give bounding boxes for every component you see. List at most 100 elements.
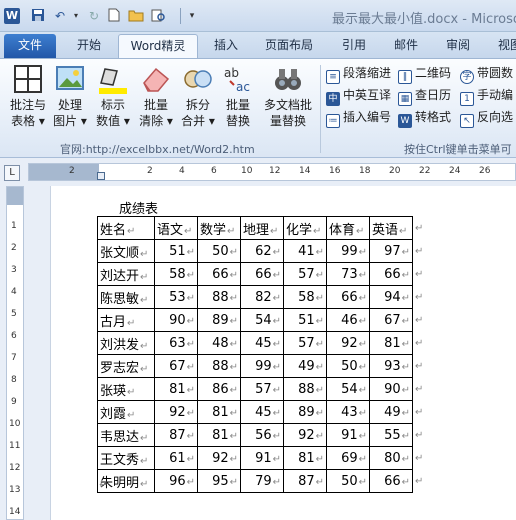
table-cell[interactable]: 81↵ [369,331,413,355]
table-cell[interactable]: 91↵ [326,423,370,447]
table-cell[interactable]: 94↵ [369,285,413,309]
undo-dropdown-icon[interactable]: ▾ [68,8,84,24]
grades-table[interactable]: 姓名↵ 语文↵ 数学↵ 地理↵ 化学↵ 体育↵ 英语↵ ↵ 张文顺↵ 51↵ 50↵ 62↵ 41↵ 99… [97,216,426,493]
table-cell[interactable]: 56↵ [240,423,284,447]
table-cell[interactable]: 50↵ [326,469,370,493]
table-cell[interactable]: 陈思敏↵ [97,285,155,309]
word-app-icon[interactable]: W [4,8,20,24]
table-cell[interactable]: 67↵ [369,308,413,332]
tab-review[interactable]: 审阅 [438,34,478,58]
tab-page-layout[interactable]: 页面布局 [258,34,320,58]
horizontal-ruler[interactable]: 2 2 4 6 10 12 14 16 18 20 22 24 26 [28,163,516,181]
table-cell[interactable]: 81↵ [197,400,241,424]
table-cell[interactable]: 53↵ [154,285,198,309]
table-cell[interactable]: 93↵ [369,354,413,378]
open-folder-icon[interactable] [128,8,144,24]
table-cell[interactable]: 57↵ [240,377,284,401]
table-caption[interactable]: 成绩表 [119,198,158,217]
table-cell[interactable]: 55↵ [369,423,413,447]
redo-icon[interactable]: ↻ [86,8,102,24]
tab-home[interactable]: 开始 [68,34,110,58]
group-label-website[interactable]: 官网:http://excelbbx.net/Word2.htm [60,141,255,157]
table-cell[interactable]: 88↵ [197,285,241,309]
tab-mailings[interactable]: 邮件 [386,34,426,58]
tab-insert[interactable]: 插入 [206,34,246,58]
table-cell[interactable]: 88↵ [283,377,327,401]
circled-number-button[interactable]: 字带圆数 [460,63,513,84]
manual-numbering-button[interactable]: 1 手动编 [460,85,513,106]
table-cell[interactable]: 80↵ [369,446,413,470]
table-cell[interactable]: 90↵ [154,308,198,332]
table-cell[interactable]: 91↵ [240,446,284,470]
table-cell[interactable]: 45↵ [240,400,284,424]
table-cell[interactable]: 张瑛↵ [97,377,155,401]
table-cell[interactable]: 41↵ [283,239,327,263]
save-icon[interactable] [30,8,46,24]
customize-toolbar-icon[interactable]: ▾ [184,8,200,24]
table-cell[interactable]: 86↵ [197,377,241,401]
table-cell[interactable]: 66↵ [369,262,413,286]
table-cell[interactable]: 张文顺↵ [97,239,155,263]
table-cell[interactable]: 89↵ [197,308,241,332]
table-header-cell[interactable]: 体育↵ [326,216,370,240]
table-cell[interactable]: 49↵ [283,354,327,378]
table-header-cell[interactable]: 姓名↵ [97,216,155,240]
table-cell[interactable]: 82↵ [240,285,284,309]
table-cell[interactable]: 王文秀↵ [97,446,155,470]
table-cell[interactable]: 48↵ [197,331,241,355]
table-cell[interactable]: 62↵ [240,239,284,263]
calendar-button[interactable]: ▦ 查日历 [398,85,451,106]
multi-doc-replace-button[interactable]: 多文档批 量替换 [258,63,318,129]
table-cell[interactable]: 66↵ [240,262,284,286]
translate-button[interactable]: 中中英互译 [326,85,391,106]
tab-references[interactable]: 引用 [334,34,374,58]
table-cell[interactable]: 69↵ [326,446,370,470]
convert-format-button[interactable]: W 转格式 [398,107,451,128]
table-cell[interactable]: 92↵ [283,423,327,447]
table-cell[interactable]: 57↵ [283,262,327,286]
table-cell[interactable]: 57↵ [283,331,327,355]
table-cell[interactable]: 90↵ [369,377,413,401]
table-cell[interactable]: 92↵ [197,446,241,470]
mark-value-button[interactable]: 标示 数值 ▾ [92,63,134,129]
tab-view[interactable]: 视图 [490,34,516,58]
table-cell[interactable]: 刘达开↵ [97,262,155,286]
comment-table-button[interactable]: 批注与 表格 ▾ [6,63,50,129]
table-cell[interactable]: 45↵ [240,331,284,355]
table-header-cell[interactable]: 语文↵ [154,216,198,240]
table-cell[interactable]: 50↵ [326,354,370,378]
table-cell[interactable]: 58↵ [154,262,198,286]
new-document-icon[interactable] [106,8,122,24]
table-header-cell[interactable]: 数学↵ [197,216,241,240]
table-cell[interactable]: 79↵ [240,469,284,493]
table-cell[interactable]: 61↵ [154,446,198,470]
table-cell[interactable]: 63↵ [154,331,198,355]
table-cell[interactable]: 49↵ [369,400,413,424]
tab-word-jingling[interactable]: Word精灵 [118,34,198,58]
table-cell[interactable]: 96↵ [154,469,198,493]
batch-replace-button[interactable]: ab ac 批量 替换 [220,63,256,129]
vertical-ruler[interactable]: 1 2 3 4 5 6 7 8 9 10 11 12 13 14 [6,186,24,520]
table-cell[interactable]: 87↵ [283,469,327,493]
table-cell[interactable]: 81↵ [283,446,327,470]
table-cell[interactable]: 66↵ [197,262,241,286]
insert-numbering-button[interactable]: ≔ 插入编号 [326,107,391,128]
tab-stop-selector[interactable]: L [4,165,20,181]
table-header-cell[interactable]: 化学↵ [283,216,327,240]
table-cell[interactable]: 67↵ [154,354,198,378]
process-image-button[interactable]: 处理 图片 ▾ [52,63,88,129]
table-cell[interactable]: 92↵ [326,331,370,355]
table-cell[interactable]: 95↵ [197,469,241,493]
print-preview-icon[interactable] [150,8,166,24]
table-cell[interactable]: 46↵ [326,308,370,332]
table-cell[interactable]: 54↵ [240,308,284,332]
indent-marker[interactable] [97,172,105,180]
split-merge-button[interactable]: 拆分 合并 ▾ [178,63,218,129]
table-cell[interactable]: 罗志宏↵ [97,354,155,378]
table-cell[interactable]: 43↵ [326,400,370,424]
table-cell[interactable]: 81↵ [197,423,241,447]
reverse-select-button[interactable]: ↖ 反向选 [460,107,513,128]
qr-code-button[interactable]: ‖ 二维码 [398,63,451,84]
table-cell[interactable]: 92↵ [154,400,198,424]
table-cell[interactable]: 73↵ [326,262,370,286]
